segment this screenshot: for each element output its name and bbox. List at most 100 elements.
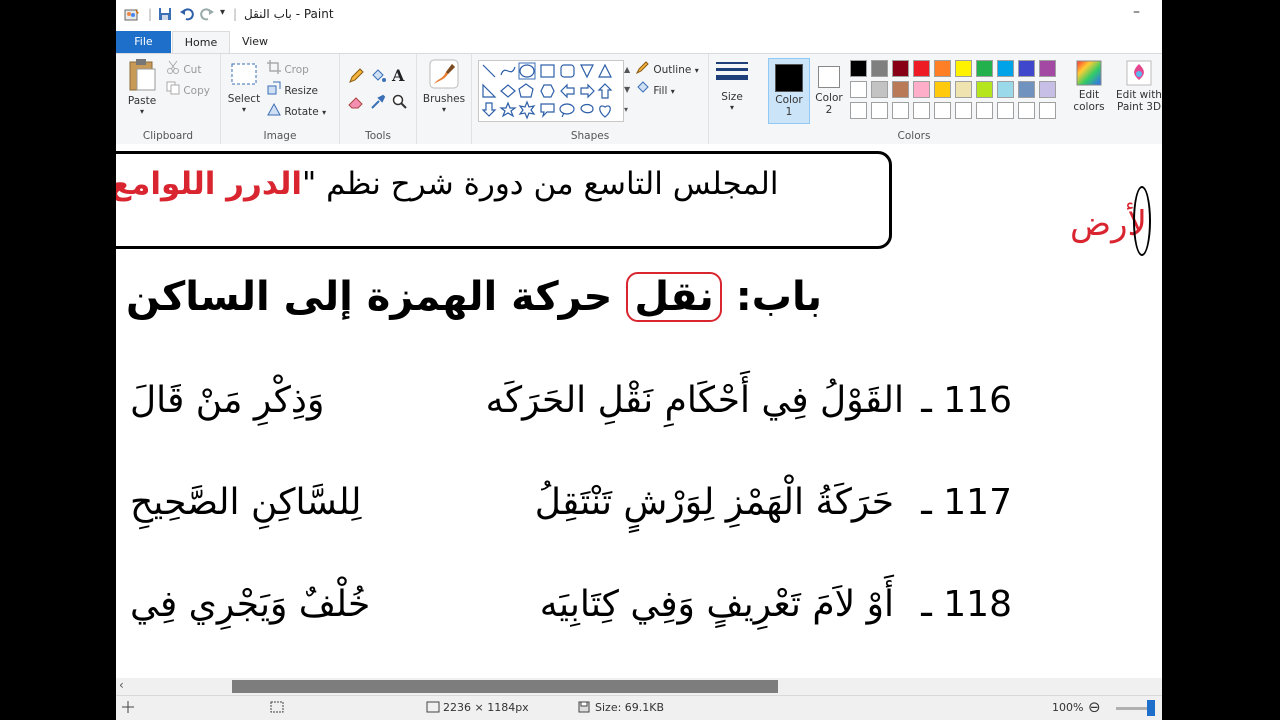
verse-116-second-hemistich: وَذِكْرِ مَنْ قَالَ: [130, 380, 325, 421]
undo-icon[interactable]: [180, 7, 194, 23]
zoom-slider-track[interactable]: [1116, 707, 1150, 710]
select-label: Select: [227, 93, 261, 105]
palette-swatch[interactable]: [976, 81, 993, 98]
color1-selector[interactable]: Color 1: [768, 58, 810, 124]
edit-colors-label-line2: colors: [1073, 101, 1105, 113]
redo-icon[interactable]: [200, 7, 214, 23]
color1-swatch: [775, 64, 803, 92]
cut-button[interactable]: Cut: [166, 60, 201, 78]
colors-group: Color 1 Color 2 Edit colors Edit with Pa…: [764, 54, 1162, 144]
brushes-chevron-down-icon: ▾: [441, 105, 446, 114]
verse-117-number: 117 ـ: [921, 482, 1012, 523]
customize-toolbar-chevron-down-icon[interactable]: ▾: [220, 7, 225, 23]
scroll-left-chevron-icon[interactable]: ‹: [119, 678, 124, 692]
colors-group-label: Colors: [897, 130, 931, 142]
copy-label: Copy: [183, 85, 210, 97]
minimize-button[interactable]: –: [1133, 4, 1140, 20]
palette-swatch[interactable]: [976, 102, 993, 119]
palette-swatch[interactable]: [850, 60, 867, 77]
horizontal-scrollbar[interactable]: ‹: [116, 678, 1162, 695]
palette-swatch[interactable]: [934, 81, 951, 98]
outline-label: Outline: [653, 64, 692, 76]
pencil-icon[interactable]: [348, 68, 364, 88]
palette-swatch[interactable]: [997, 60, 1014, 77]
palette-swatch[interactable]: [871, 81, 888, 98]
palette-swatch[interactable]: [850, 102, 867, 119]
palette-swatch[interactable]: [1039, 60, 1056, 77]
paint3d-label-line2: Paint 3D: [1116, 101, 1162, 113]
color1-label: Color: [775, 94, 803, 106]
palette-swatch[interactable]: [997, 102, 1014, 119]
palette-swatch[interactable]: [913, 60, 930, 77]
palette-swatch[interactable]: [871, 102, 888, 119]
rotate-label: Rotate: [284, 106, 319, 118]
paste-chevron-down-icon: ▾: [139, 107, 144, 116]
shapes-scroll-arrows[interactable]: ▲ ▼ ▾: [624, 60, 630, 120]
cut-label: Cut: [183, 64, 202, 76]
header-title-black: المجلس التاسع من دورة شرح نظم ": [302, 166, 779, 202]
tab-view[interactable]: View: [230, 31, 280, 53]
color1-number: 1: [785, 106, 793, 118]
palette-swatch[interactable]: [1018, 60, 1035, 77]
palette-swatch[interactable]: [976, 60, 993, 77]
text-tool-icon[interactable]: A: [392, 66, 404, 85]
fill-bucket-icon[interactable]: [370, 68, 386, 88]
magnifier-icon[interactable]: [392, 94, 408, 114]
edit-with-paint3d-button[interactable]: Edit with Paint 3D: [1116, 58, 1162, 122]
brushes-button[interactable]: Brushes ▾: [421, 58, 467, 114]
drawing-canvas[interactable]: المجلس التاسع من دورة شرح نظم "الدرر الل…: [116, 144, 1162, 678]
palette-swatch[interactable]: [871, 60, 888, 77]
zoom-out-button[interactable]: ⊖: [1088, 698, 1101, 716]
tab-home[interactable]: Home: [172, 31, 230, 54]
palette-swatch[interactable]: [997, 81, 1014, 98]
palette-swatch[interactable]: [955, 102, 972, 119]
palette-swatch[interactable]: [913, 81, 930, 98]
paste-icon: [129, 59, 156, 91]
save-icon[interactable]: [158, 7, 172, 23]
verse-116-first-hemistich: القَوْلُ فِي أَحْكَامِ نَقْلِ الحَرَكَه: [485, 380, 904, 421]
select-button[interactable]: Select ▾: [225, 60, 263, 114]
palette-swatch[interactable]: [934, 60, 951, 77]
tab-file[interactable]: File: [116, 31, 171, 53]
palette-swatch[interactable]: [1018, 102, 1035, 119]
color2-swatch: [818, 66, 840, 88]
color-picker-icon[interactable]: [370, 94, 386, 114]
outline-pencil-icon: [635, 60, 650, 80]
verse-117-second-hemistich: لِلسَّاكِنِ الصَّحِيحِ: [130, 482, 362, 523]
palette-swatch[interactable]: [934, 102, 951, 119]
paint-app-icon[interactable]: [124, 7, 140, 23]
zoom-slider-thumb[interactable]: [1147, 700, 1155, 716]
outline-button[interactable]: Outline ▾: [635, 60, 699, 80]
rotate-button[interactable]: Rotate ▾: [267, 102, 326, 120]
shapes-gallery[interactable]: [478, 60, 624, 122]
chapter-rest: حركة الهمزة إلى الساكن: [126, 274, 613, 320]
eraser-icon[interactable]: [348, 94, 364, 114]
paste-button[interactable]: Paste ▾: [122, 58, 162, 116]
file-size-icon: [578, 701, 590, 716]
brushes-label: Brushes: [422, 93, 466, 105]
paste-label: Paste: [127, 95, 157, 107]
copy-button[interactable]: Copy: [166, 81, 210, 99]
select-chevron-down-icon: ▾: [241, 105, 246, 114]
resize-button[interactable]: Resize: [267, 81, 318, 99]
fill-button[interactable]: Fill ▾: [636, 81, 675, 99]
palette-swatch[interactable]: [850, 81, 867, 98]
crop-button[interactable]: Crop: [267, 60, 309, 78]
palette-swatch[interactable]: [913, 102, 930, 119]
size-button[interactable]: Size ▾: [713, 60, 751, 112]
palette-swatch[interactable]: [955, 81, 972, 98]
palette-swatch[interactable]: [1039, 81, 1056, 98]
palette-swatch[interactable]: [892, 81, 909, 98]
color-wheel-icon: [1076, 60, 1102, 86]
image-dimensions-icon: [426, 701, 440, 716]
palette-swatch[interactable]: [955, 60, 972, 77]
palette-swatch[interactable]: [892, 60, 909, 77]
palette-swatch[interactable]: [892, 102, 909, 119]
tools-group-label: Tools: [365, 130, 391, 142]
color2-selector[interactable]: Color 2: [810, 58, 848, 122]
palette-swatch[interactable]: [1039, 102, 1056, 119]
edit-colors-label-line1: Edit: [1078, 89, 1100, 101]
palette-swatch[interactable]: [1018, 81, 1035, 98]
scrollbar-thumb[interactable]: [232, 680, 778, 693]
edit-colors-button[interactable]: Edit colors: [1068, 58, 1110, 122]
